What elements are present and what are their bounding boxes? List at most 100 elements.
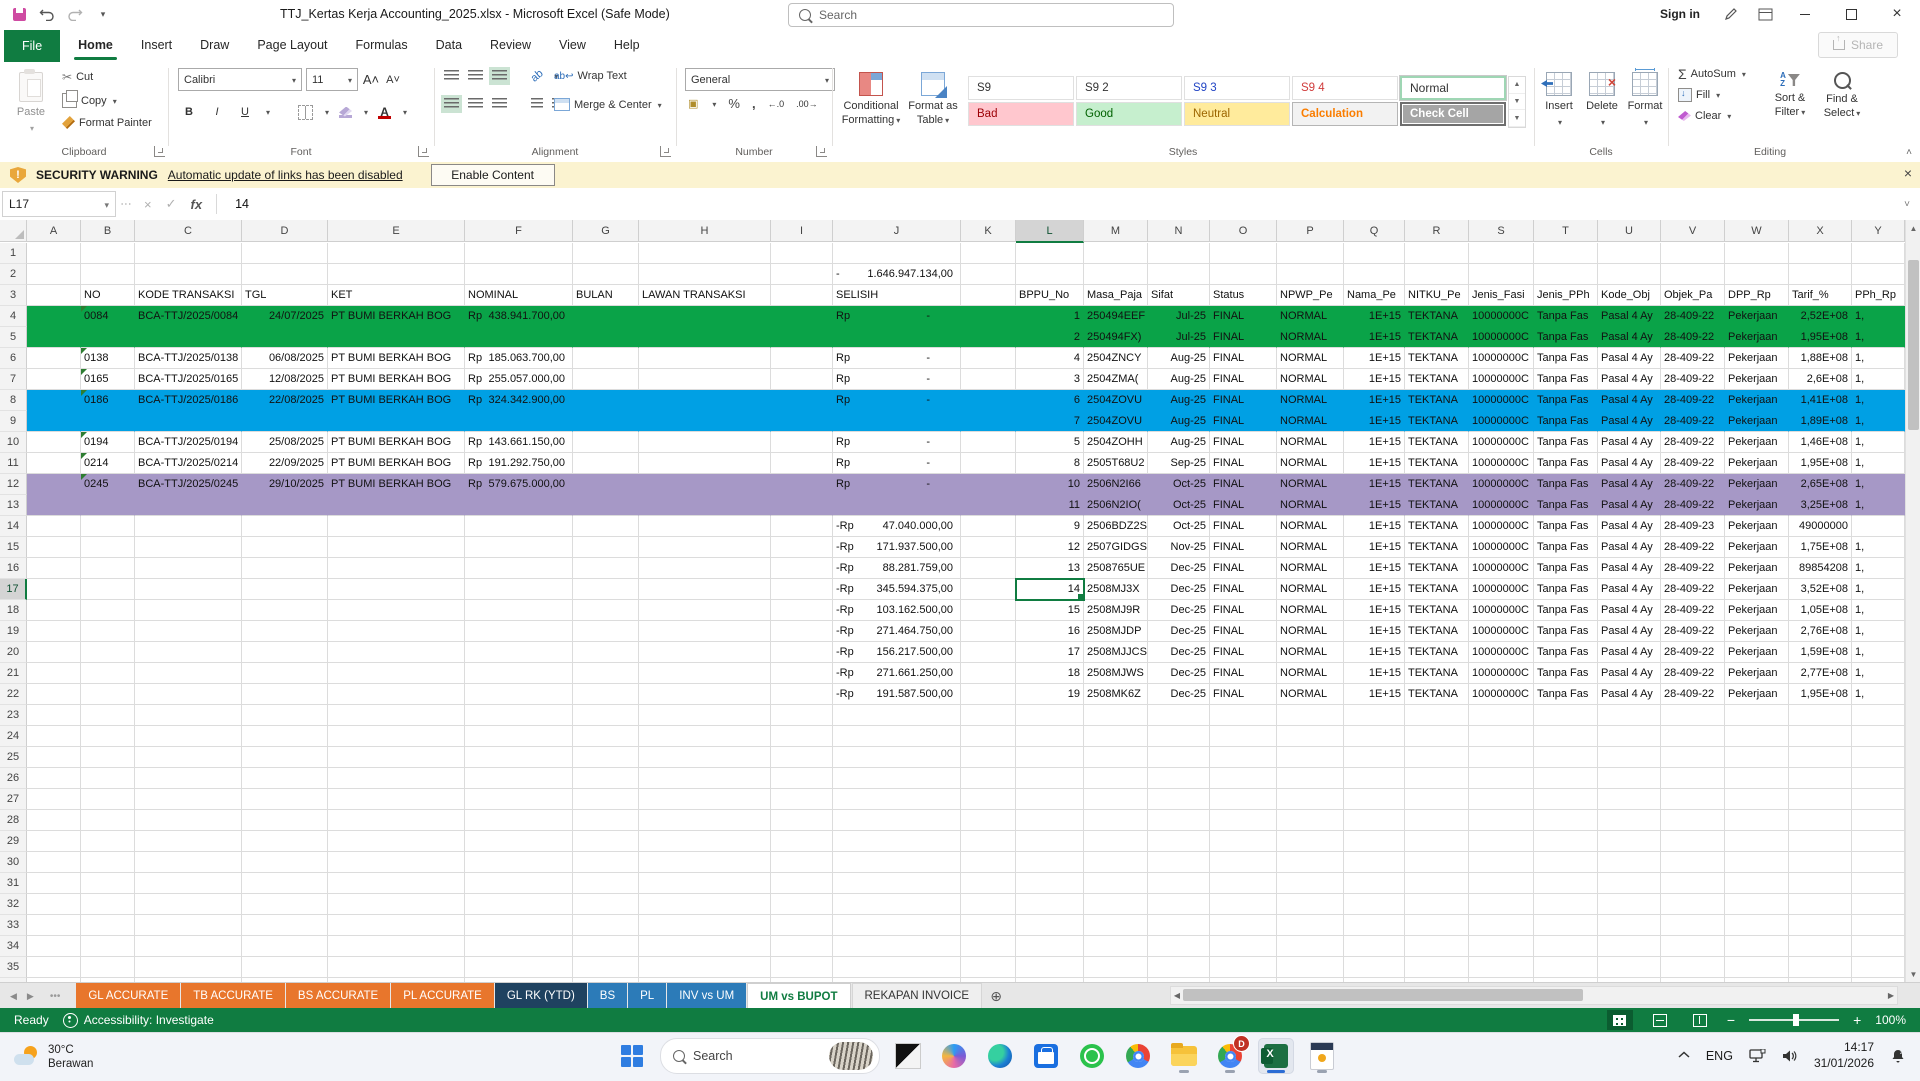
collapse-ribbon-icon[interactable]: ˄ xyxy=(1906,147,1912,158)
cell-J8[interactable]: Rp- xyxy=(833,390,961,411)
cell-C9[interactable] xyxy=(135,411,242,432)
cell-U16[interactable]: Pasal 4 Ay xyxy=(1598,558,1661,579)
ribbon-tab-insert[interactable]: Insert xyxy=(127,28,186,62)
cell-V5[interactable]: 28-409-22 xyxy=(1661,327,1725,348)
cell-W15[interactable]: Pekerjaan xyxy=(1725,537,1789,558)
cell-E30[interactable] xyxy=(328,852,465,873)
save-icon[interactable] xyxy=(10,5,28,23)
cell-D24[interactable] xyxy=(242,726,328,747)
cell-D8[interactable]: 22/08/2025 xyxy=(242,390,328,411)
cell-U28[interactable] xyxy=(1598,810,1661,831)
cell-D2[interactable] xyxy=(242,264,328,285)
cell-U24[interactable] xyxy=(1598,726,1661,747)
cell-F35[interactable] xyxy=(465,957,573,978)
cell-R11[interactable]: TEKTANA xyxy=(1405,453,1469,474)
cell-Q27[interactable] xyxy=(1344,789,1405,810)
cell-C35[interactable] xyxy=(135,957,242,978)
cell-G32[interactable] xyxy=(573,894,639,915)
ribbon-display-options-icon[interactable] xyxy=(1748,0,1782,28)
cell-X12[interactable]: 2,65E+08 xyxy=(1789,474,1852,495)
cell-C18[interactable] xyxy=(135,600,242,621)
align-center-icon[interactable] xyxy=(468,98,483,110)
cell-A11[interactable] xyxy=(27,453,81,474)
cell-G31[interactable] xyxy=(573,873,639,894)
cell-A20[interactable] xyxy=(27,642,81,663)
cell-I15[interactable] xyxy=(771,537,833,558)
cell-Q13[interactable]: 1E+15 xyxy=(1344,495,1405,516)
cell-S3[interactable]: Jenis_Fasi xyxy=(1469,285,1534,306)
cell-L21[interactable]: 18 xyxy=(1016,663,1084,684)
cell-R18[interactable]: TEKTANA xyxy=(1405,600,1469,621)
cell-Y6[interactable]: 1, xyxy=(1852,348,1905,369)
clock[interactable]: 14:1731/01/2026 xyxy=(1814,1040,1874,1071)
language-indicator[interactable]: ENG xyxy=(1706,1049,1733,1063)
cell-Y5[interactable]: 1, xyxy=(1852,327,1905,348)
cell-X19[interactable]: 2,76E+08 xyxy=(1789,621,1852,642)
cell-D20[interactable] xyxy=(242,642,328,663)
zoom-slider[interactable] xyxy=(1749,1019,1839,1021)
cell-P33[interactable] xyxy=(1277,915,1344,936)
format-painter-button[interactable]: Format Painter xyxy=(62,116,152,129)
cell-K5[interactable] xyxy=(961,327,1016,348)
cell-K1[interactable] xyxy=(961,243,1016,264)
cell-L23[interactable] xyxy=(1016,705,1084,726)
cell-B4[interactable]: 0084 xyxy=(81,306,135,327)
cell-X21[interactable]: 2,77E+08 xyxy=(1789,663,1852,684)
cell-F11[interactable]: Rp191.292.750,00 xyxy=(465,453,573,474)
cell-Q24[interactable] xyxy=(1344,726,1405,747)
cell-Q35[interactable] xyxy=(1344,957,1405,978)
cell-G35[interactable] xyxy=(573,957,639,978)
cell-Q1[interactable] xyxy=(1344,243,1405,264)
column-header-S[interactable]: S xyxy=(1469,220,1534,242)
cell-B23[interactable] xyxy=(81,705,135,726)
cell-C25[interactable] xyxy=(135,747,242,768)
cell-Q17[interactable]: 1E+15 xyxy=(1344,579,1405,600)
column-header-D[interactable]: D xyxy=(242,220,328,242)
cell-X26[interactable] xyxy=(1789,768,1852,789)
redo-icon[interactable] xyxy=(66,5,84,23)
cell-T14[interactable]: Tanpa Fas xyxy=(1534,516,1598,537)
cell-F27[interactable] xyxy=(465,789,573,810)
row-header-34[interactable]: 34 xyxy=(0,936,27,957)
cell-S11[interactable]: 10000000C xyxy=(1469,453,1534,474)
cell-H14[interactable] xyxy=(639,516,771,537)
cell-F6[interactable]: Rp185.063.700,00 xyxy=(465,348,573,369)
cell-P16[interactable]: NORMAL xyxy=(1277,558,1344,579)
cell-D10[interactable]: 25/08/2025 xyxy=(242,432,328,453)
insert-function-icon[interactable]: fx xyxy=(191,197,203,212)
clipboard-dialog-launcher[interactable] xyxy=(154,146,165,157)
cell-X28[interactable] xyxy=(1789,810,1852,831)
cell-O6[interactable]: FINAL xyxy=(1210,348,1277,369)
cell-A18[interactable] xyxy=(27,600,81,621)
cell-P9[interactable]: NORMAL xyxy=(1277,411,1344,432)
cell-R26[interactable] xyxy=(1405,768,1469,789)
cell-V24[interactable] xyxy=(1661,726,1725,747)
cell-I31[interactable] xyxy=(771,873,833,894)
cell-L13[interactable]: 11 xyxy=(1016,495,1084,516)
cell-D9[interactable] xyxy=(242,411,328,432)
row-header-16[interactable]: 16 xyxy=(0,558,27,579)
zoom-level[interactable]: 100% xyxy=(1875,1013,1906,1027)
cell-J33[interactable] xyxy=(833,915,961,936)
column-header-L[interactable]: L xyxy=(1016,220,1084,243)
cell-B6[interactable]: 0138 xyxy=(81,348,135,369)
cell-M28[interactable] xyxy=(1084,810,1148,831)
cell-K18[interactable] xyxy=(961,600,1016,621)
cell-F12[interactable]: Rp579.675.000,00 xyxy=(465,474,573,495)
cell-G4[interactable] xyxy=(573,306,639,327)
cell-S13[interactable]: 10000000C xyxy=(1469,495,1534,516)
cell-B30[interactable] xyxy=(81,852,135,873)
cell-C16[interactable] xyxy=(135,558,242,579)
cell-V17[interactable]: 28-409-22 xyxy=(1661,579,1725,600)
cell-U35[interactable] xyxy=(1598,957,1661,978)
cell-H32[interactable] xyxy=(639,894,771,915)
cell-X22[interactable]: 1,95E+08 xyxy=(1789,684,1852,705)
cell-O4[interactable]: FINAL xyxy=(1210,306,1277,327)
cell-Q21[interactable]: 1E+15 xyxy=(1344,663,1405,684)
cell-H19[interactable] xyxy=(639,621,771,642)
cell-P5[interactable]: NORMAL xyxy=(1277,327,1344,348)
cell-Y21[interactable]: 1, xyxy=(1852,663,1905,684)
cell-V32[interactable] xyxy=(1661,894,1725,915)
cell-V20[interactable]: 28-409-22 xyxy=(1661,642,1725,663)
page-layout-view-button[interactable] xyxy=(1647,1010,1673,1030)
